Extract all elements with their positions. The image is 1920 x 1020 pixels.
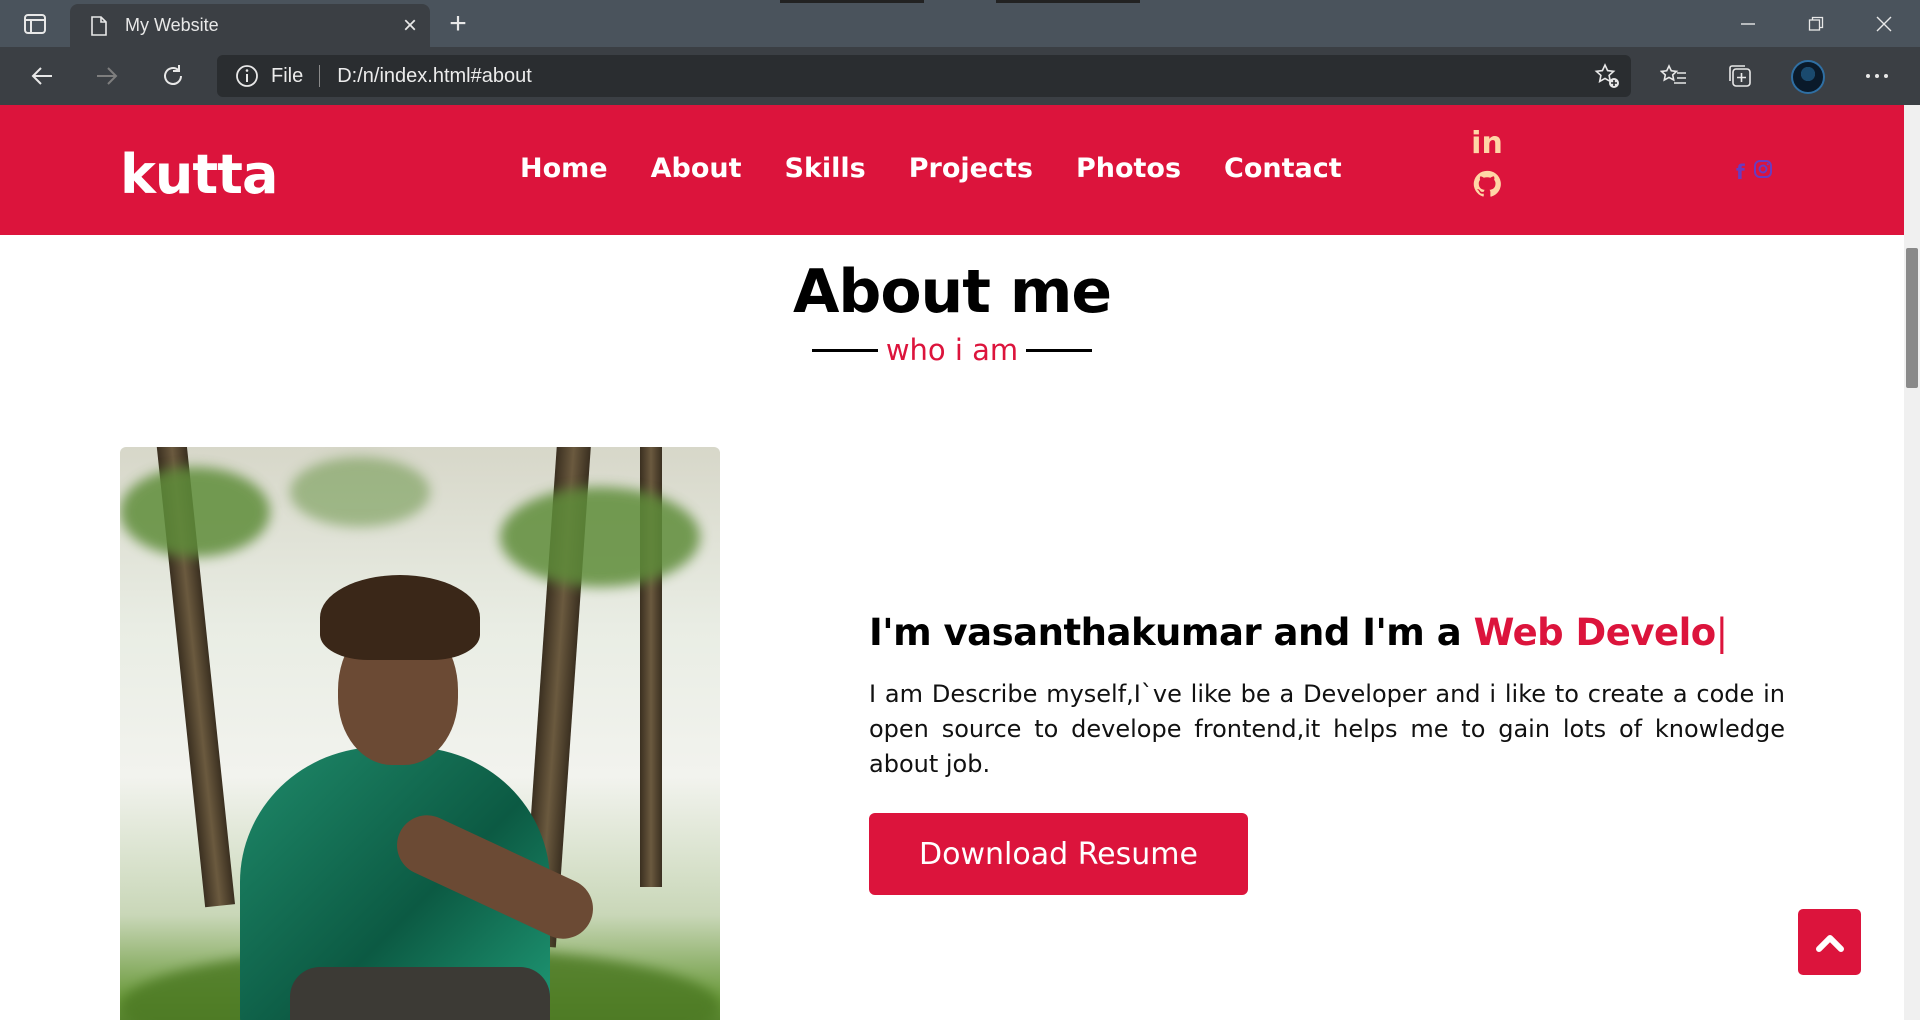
section-subtitle: who i am <box>0 333 1904 367</box>
nav-contact[interactable]: Contact <box>1224 153 1342 184</box>
minimize-icon[interactable] <box>1714 0 1782 47</box>
subtitle-rule <box>1026 348 1093 352</box>
address-separator <box>319 65 321 87</box>
back-arrow-icon[interactable] <box>22 56 62 96</box>
linkedin-icon[interactable]: in <box>1471 127 1503 161</box>
instagram-icon[interactable] <box>1753 159 1773 184</box>
tab-my-website[interactable]: My Website × <box>70 4 430 47</box>
nav-home[interactable]: Home <box>520 153 608 184</box>
browser-toolbar: File D:/n/index.html#about <box>0 47 1920 105</box>
favorites-icon[interactable] <box>1653 56 1695 96</box>
tabstrip-indicator <box>780 0 924 3</box>
profile-avatar[interactable] <box>1791 60 1825 94</box>
address-scheme: File <box>271 64 304 87</box>
address-url[interactable]: D:/n/index.html#about <box>337 65 1583 88</box>
typing-caret: | <box>1715 611 1728 654</box>
browser-tab-bar: My Website × + <box>0 0 1920 47</box>
chevron-up-icon <box>1815 935 1844 952</box>
document-icon <box>89 14 109 38</box>
nav-about[interactable]: About <box>651 153 742 184</box>
nav-skills[interactable]: Skills <box>785 153 866 184</box>
scrollbar-thumb[interactable] <box>1906 248 1918 388</box>
add-favorite-icon[interactable] <box>1583 55 1631 97</box>
intro-prefix: I'm vasanthakumar and I'm a <box>869 611 1474 654</box>
restore-icon[interactable] <box>1782 0 1850 47</box>
section-title: About me <box>792 257 1112 327</box>
download-resume-button[interactable]: Download Resume <box>869 813 1248 895</box>
site-nav: Home About Skills Projects Photos Contac… <box>520 153 1342 184</box>
web-page: kutta Home About Skills Projects Photos … <box>0 105 1904 1020</box>
more-options-icon[interactable] <box>1856 56 1898 96</box>
photo-foliage <box>120 467 270 557</box>
subtitle-text: who i am <box>885 333 1019 367</box>
nav-photos[interactable]: Photos <box>1076 153 1181 184</box>
site-header: kutta Home About Skills Projects Photos … <box>0 105 1904 235</box>
nav-projects[interactable]: Projects <box>909 153 1033 184</box>
profile-photo <box>120 447 720 1020</box>
about-description: I am Describe myself,I`ve like be a Deve… <box>869 680 1785 778</box>
forward-arrow-icon[interactable] <box>87 56 127 96</box>
new-tab-button[interactable]: + <box>440 6 476 42</box>
intro-heading: I'm vasanthakumar and I'm a Web Develo| <box>869 611 1728 654</box>
address-bar[interactable]: File D:/n/index.html#about <box>217 55 1631 97</box>
site-brand[interactable]: kutta <box>120 143 278 206</box>
github-icon[interactable] <box>1472 169 1502 204</box>
intro-role: Web Develo <box>1473 611 1717 654</box>
photo-foliage <box>290 457 430 527</box>
collections-icon[interactable] <box>1719 56 1761 96</box>
social-links: in <box>1469 127 1505 204</box>
info-icon[interactable] <box>235 64 259 88</box>
social-links-secondary: f <box>1736 159 1773 184</box>
tab-actions-icon[interactable] <box>20 11 50 37</box>
scroll-to-top-button[interactable] <box>1798 909 1861 975</box>
facebook-icon[interactable]: f <box>1736 160 1745 184</box>
person-legs <box>290 967 550 1020</box>
tab-title: My Website <box>125 15 219 35</box>
close-window-icon[interactable] <box>1850 0 1918 47</box>
photo-foliage <box>500 487 700 587</box>
subtitle-rule <box>811 348 878 352</box>
page-scrollbar[interactable] <box>1904 105 1920 1020</box>
tabstrip-indicator <box>996 0 1140 3</box>
refresh-icon[interactable] <box>153 56 193 96</box>
person-hair <box>320 575 480 660</box>
tab-close-icon[interactable]: × <box>390 6 430 46</box>
